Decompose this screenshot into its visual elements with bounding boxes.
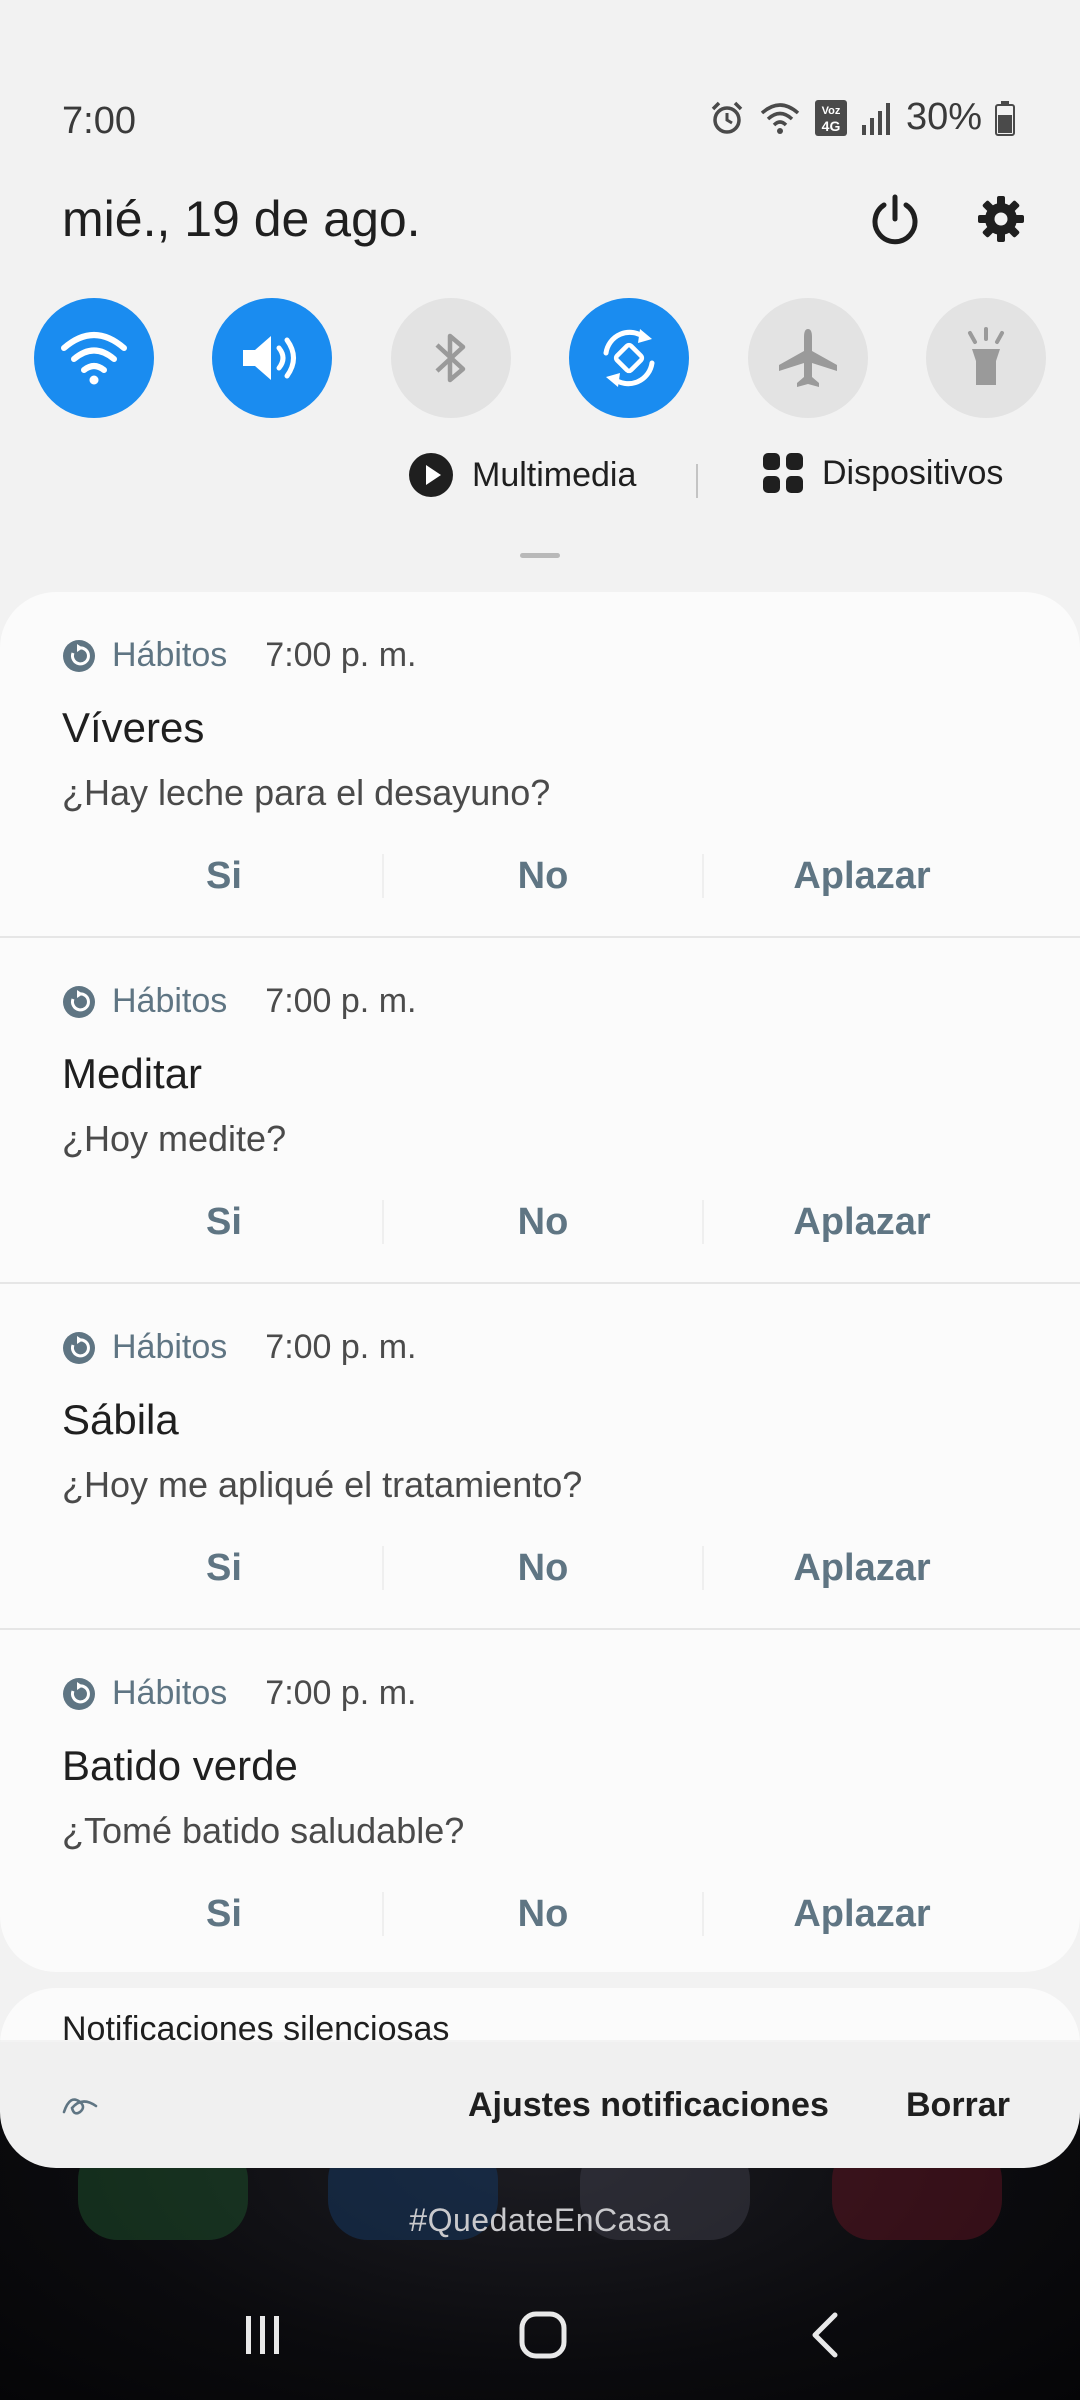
back-button[interactable]: [780, 2300, 870, 2370]
notification-panel-footer: Ajustes notificaciones Borrar: [0, 2042, 1080, 2168]
action-snooze-button[interactable]: Aplazar: [702, 1884, 1022, 1944]
notification-app-name: Hábitos: [112, 1328, 228, 1366]
status-icons: Voz 4G 30%: [708, 96, 1016, 139]
notification-item[interactable]: Hábitos 7:00 p. m. Sábila ¿Hoy me apliqu…: [0, 1284, 1080, 1630]
notification-title: Sábila: [62, 1396, 179, 1443]
devices-grid-icon: [763, 453, 803, 493]
devices-button[interactable]: Dispositivos: [762, 452, 1003, 494]
notification-actions: Si No Aplazar: [0, 846, 1080, 906]
notification-title: Batido verde: [62, 1742, 298, 1789]
notification-header: Hábitos 7:00 p. m.: [62, 982, 416, 1021]
power-button[interactable]: [860, 184, 930, 254]
notification-actions: Si No Aplazar: [0, 1538, 1080, 1598]
habits-app-icon: [63, 1677, 95, 1710]
navigation-bar: [0, 2270, 1080, 2400]
clear-all-button[interactable]: Borrar: [906, 2080, 1010, 2130]
power-icon: [872, 194, 918, 245]
notification-header: Hábitos 7:00 p. m.: [62, 1674, 416, 1713]
signal-icon: [861, 102, 890, 135]
date-label: mié., 19 de ago.: [62, 191, 421, 247]
notification-header: Hábitos 7:00 p. m.: [62, 636, 416, 675]
rotate-icon: [603, 329, 655, 387]
toggle-bluetooth[interactable]: [390, 298, 511, 418]
habits-app-icon: [63, 639, 95, 672]
notification-actions: Si No Aplazar: [0, 1884, 1080, 1944]
devices-label: Dispositivos: [822, 453, 1004, 492]
recents-icon: [246, 2316, 279, 2354]
action-yes-button[interactable]: Si: [64, 1192, 384, 1252]
notification-time: 7:00 p. m.: [265, 1328, 417, 1366]
volte-4g-icon: Voz 4G: [814, 99, 847, 136]
alarm-icon: [711, 101, 743, 134]
wifi-calling-icon: [760, 102, 800, 134]
media-divider: [696, 464, 698, 498]
notification-text: ¿Hoy medite?: [62, 1118, 287, 1159]
action-no-button[interactable]: No: [383, 1884, 703, 1944]
status-time: 7:00: [62, 100, 136, 142]
action-yes-button[interactable]: Si: [64, 846, 384, 906]
notification-style-icon[interactable]: [60, 2090, 100, 2118]
action-yes-button[interactable]: Si: [64, 1884, 384, 1944]
notification-text: ¿Hay leche para el desayuno?: [62, 772, 551, 813]
notification-actions: Si No Aplazar: [0, 1192, 1080, 1252]
toggle-sound[interactable]: [212, 298, 333, 418]
habits-app-icon: [63, 1331, 95, 1364]
action-no-button[interactable]: No: [383, 1192, 703, 1252]
notification-time: 7:00 p. m.: [265, 1674, 417, 1712]
quick-toggles: [34, 298, 1046, 418]
notification-item[interactable]: Hábitos 7:00 p. m. Víveres ¿Hay leche pa…: [0, 592, 1080, 938]
toggle-auto-rotate[interactable]: [569, 298, 690, 418]
notification-time: 7:00 p. m.: [265, 982, 417, 1020]
notification-title: Meditar: [62, 1050, 203, 1097]
notification-item[interactable]: Hábitos 7:00 p. m. Meditar ¿Hoy medite? …: [0, 938, 1080, 1284]
wifi-icon: [61, 332, 127, 385]
notification-settings-button[interactable]: Ajustes notificaciones: [468, 2080, 829, 2130]
action-snooze-button[interactable]: Aplazar: [702, 1192, 1022, 1252]
toggle-wifi[interactable]: [34, 298, 154, 418]
flashlight-icon: [967, 327, 1004, 385]
toggle-airplane-mode[interactable]: [747, 298, 868, 418]
notification-text: ¿Tomé batido saludable?: [62, 1810, 465, 1851]
speaker-icon: [243, 336, 297, 380]
action-no-button[interactable]: No: [383, 1538, 703, 1598]
svg-text:Voz: Voz: [822, 105, 841, 117]
notification-group: Hábitos 7:00 p. m. Víveres ¿Hay leche pa…: [0, 592, 1080, 1972]
action-snooze-button[interactable]: Aplazar: [702, 846, 1022, 906]
action-yes-button[interactable]: Si: [64, 1538, 384, 1598]
notification-text: ¿Hoy me apliqué el tratamiento?: [62, 1464, 583, 1505]
battery-percent: 30%: [905, 96, 982, 138]
notification-app-name: Hábitos: [112, 1674, 228, 1712]
panel-drag-handle[interactable]: [520, 553, 560, 558]
toggle-flashlight[interactable]: [925, 298, 1046, 418]
settings-button[interactable]: [966, 184, 1036, 254]
home-icon: [519, 2311, 567, 2359]
home-button[interactable]: [498, 2300, 588, 2370]
airplane-icon: [778, 329, 837, 387]
notification-item[interactable]: Hábitos 7:00 p. m. Batido verde ¿Tomé ba…: [0, 1630, 1080, 1972]
gear-icon: [978, 196, 1024, 242]
habits-app-icon: [63, 985, 95, 1018]
multimedia-button[interactable]: Multimedia: [408, 452, 636, 498]
back-icon: [812, 2312, 838, 2358]
action-no-button[interactable]: No: [383, 846, 703, 906]
action-snooze-button[interactable]: Aplazar: [702, 1538, 1022, 1598]
notification-app-name: Hábitos: [112, 636, 228, 674]
recents-button[interactable]: [218, 2300, 308, 2370]
play-circle-icon: [409, 453, 453, 497]
bluetooth-icon: [435, 333, 466, 383]
notification-app-name: Hábitos: [112, 982, 228, 1020]
multimedia-label: Multimedia: [472, 455, 637, 494]
notification-header: Hábitos 7:00 p. m.: [62, 1328, 416, 1367]
notification-time: 7:00 p. m.: [265, 636, 417, 674]
battery-icon: [995, 100, 1015, 136]
media-devices-row: Multimedia Dispositivos: [0, 452, 1080, 512]
wallpaper-hashtag: #QuedateEnCasa: [409, 2202, 671, 2238]
notification-title: Víveres: [62, 704, 205, 751]
svg-text:4G: 4G: [822, 118, 841, 134]
